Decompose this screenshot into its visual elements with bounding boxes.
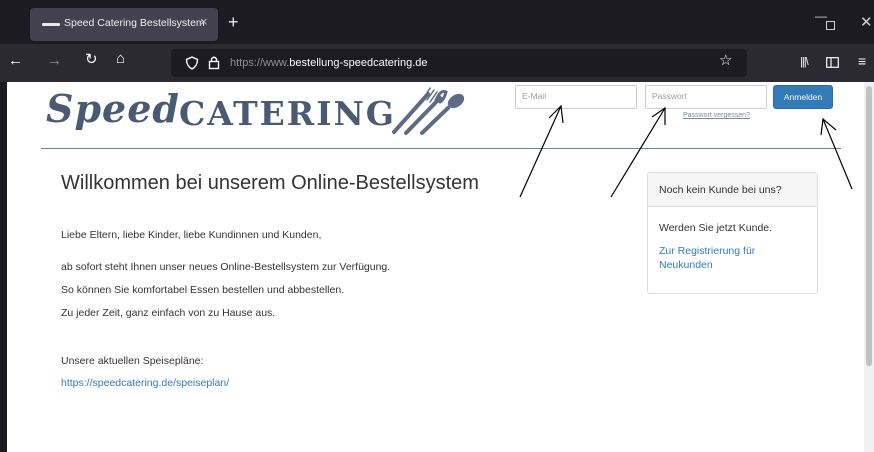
library-icon[interactable]: |||\ bbox=[800, 56, 809, 68]
menu-hamburger-icon[interactable]: ≡ bbox=[858, 54, 866, 68]
intro-line-3: Zu jeder Zeit, ganz einfach von zu Hause… bbox=[61, 307, 276, 319]
browser-tab[interactable]: Speed Catering Bestellsystem × bbox=[30, 8, 218, 41]
maximize-icon[interactable] bbox=[826, 21, 835, 30]
forgot-password-link[interactable]: Passwort vergessen? bbox=[683, 112, 750, 119]
menus-label: Unsere aktuellen Speisepläne: bbox=[61, 355, 204, 367]
intro-line-1: ab sofort steht Ihnen unser neues Online… bbox=[61, 261, 391, 273]
window-left-edge bbox=[0, 82, 7, 452]
url-prefix: https://www. bbox=[230, 57, 290, 69]
web-page: Speed CATERING E-Mail Passwort Anmelden … bbox=[7, 82, 864, 452]
new-customer-panel: Noch kein Kunde bei uns? Werden Sie jetz… bbox=[647, 172, 818, 294]
cutlery-icon bbox=[392, 87, 465, 135]
bookmark-star-icon[interactable]: ☆ bbox=[719, 53, 732, 68]
home-icon[interactable]: ⌂ bbox=[116, 51, 125, 66]
intro-line-2: So können Sie komfortabel Essen bestelle… bbox=[61, 284, 345, 296]
panel-title: Noch kein Kunde bei uns? bbox=[648, 173, 817, 207]
panel-text: Werden Sie jetzt Kunde. bbox=[659, 222, 773, 234]
lock-icon[interactable] bbox=[208, 55, 220, 70]
window-close-icon[interactable]: ✕ bbox=[860, 15, 873, 30]
tracking-shield-icon[interactable] bbox=[185, 56, 199, 70]
email-placeholder: E-Mail bbox=[522, 91, 547, 101]
browser-tab-bar: Speed Catering Bestellsystem × + — ✕ bbox=[0, 0, 874, 44]
reload-icon[interactable]: ↻ bbox=[85, 52, 98, 67]
password-field[interactable]: Passwort bbox=[645, 85, 767, 109]
logo-speed-text: Speed bbox=[46, 86, 180, 131]
page-title: Willkommen bei unserem Online-Bestellsys… bbox=[61, 172, 479, 194]
tab-title: Speed Catering Bestellsystem bbox=[64, 17, 205, 29]
email-field[interactable]: E-Mail bbox=[515, 85, 637, 109]
password-placeholder: Passwort bbox=[652, 91, 687, 101]
greeting-text: Liebe Eltern, liebe Kinder, liebe Kundin… bbox=[61, 229, 322, 241]
new-tab-icon[interactable]: + bbox=[228, 13, 239, 31]
back-arrow-icon[interactable]: ← bbox=[8, 53, 23, 68]
header-divider bbox=[41, 148, 841, 149]
registration-link[interactable]: Zur Registrierung für Neukunden bbox=[659, 244, 809, 272]
tab-close-icon[interactable]: × bbox=[200, 15, 208, 28]
url-bar[interactable]: https://www.bestellung-speedcatering.de … bbox=[171, 49, 747, 77]
forward-arrow-icon[interactable]: → bbox=[47, 53, 62, 68]
login-button[interactable]: Anmelden bbox=[773, 85, 833, 109]
browser-nav-bar: ← → ↻ ⌂ https://www.bestellung-speedcate… bbox=[0, 44, 874, 82]
sidebar-icon[interactable] bbox=[826, 57, 839, 68]
scrollbar-thumb[interactable] bbox=[866, 86, 872, 366]
speedcatering-logo[interactable]: Speed CATERING bbox=[46, 86, 466, 142]
url-text[interactable]: https://www.bestellung-speedcatering.de bbox=[230, 57, 428, 69]
menu-plan-link[interactable]: https://speedcatering.de/speiseplan/ bbox=[61, 377, 229, 389]
url-domain: bestellung-speedcatering.de bbox=[289, 57, 428, 69]
tab-favicon-icon bbox=[42, 23, 60, 26]
logo-catering-text: CATERING bbox=[179, 94, 396, 133]
